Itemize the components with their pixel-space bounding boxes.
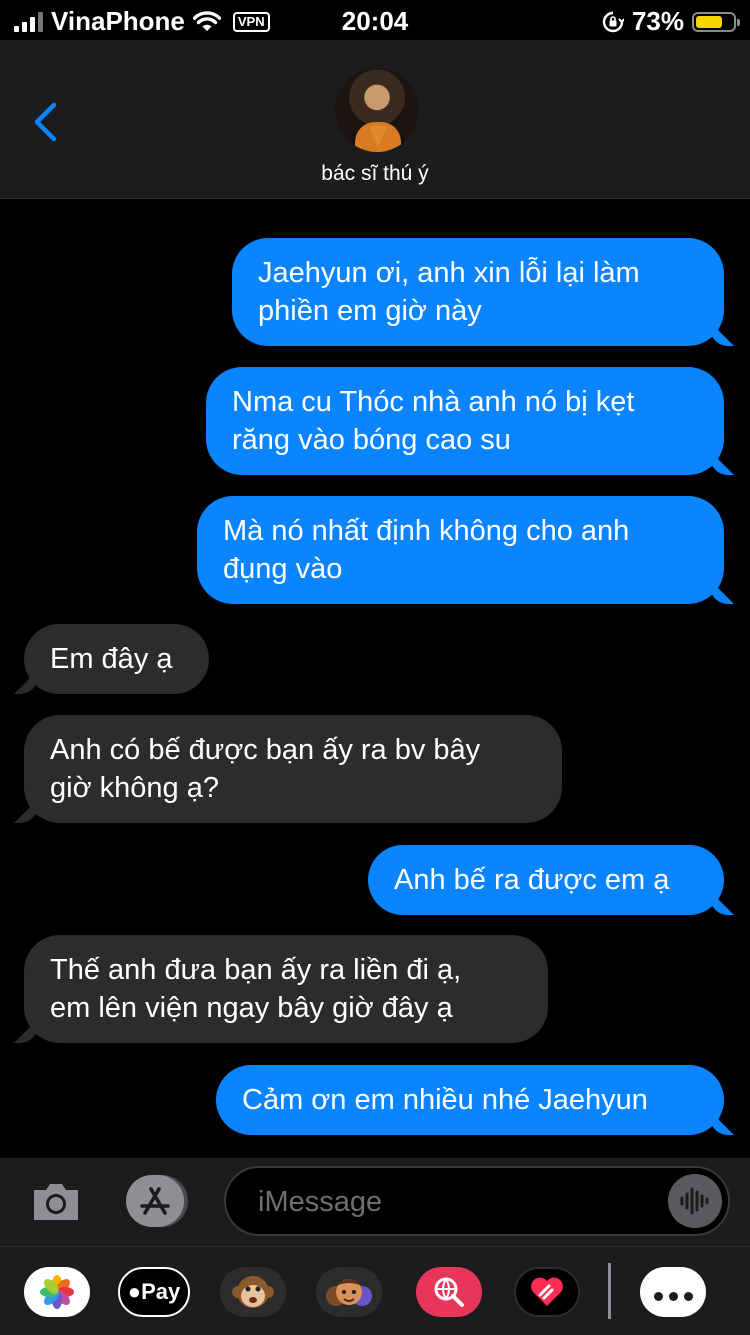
message-bubble-outgoing[interactable]: Jaehyun ơi, anh xin lỗi lại làm phiền em… <box>232 238 724 346</box>
web-search-button[interactable] <box>416 1267 482 1317</box>
battery-icon <box>692 11 740 32</box>
contact-avatar[interactable] <box>333 66 421 154</box>
battery-fill <box>696 15 723 28</box>
tray-divider <box>608 1263 611 1319</box>
memoji-button[interactable] <box>316 1267 382 1317</box>
status-bar: VinaPhone VPN 20:04 73% <box>0 0 750 40</box>
digital-touch-icon <box>531 1277 563 1306</box>
chevron-left-icon <box>34 102 57 142</box>
apple-pay-button[interactable]: ● Pay <box>118 1267 190 1317</box>
photos-icon <box>40 1275 74 1309</box>
photos-app-button[interactable] <box>24 1267 90 1317</box>
message-bubble-outgoing[interactable]: Cảm ơn em nhiều nhé Jaehyun <box>216 1065 724 1135</box>
message-bubble-outgoing[interactable]: Anh bế ra được em ạ <box>368 845 724 915</box>
message-bubble-incoming[interactable]: Em đây ạ <box>24 624 209 694</box>
battery-percent: 73% <box>631 6 684 36</box>
message-bubble-outgoing[interactable]: Mà nó nhất định không cho anh đụng vào <box>197 496 724 604</box>
audio-message-button[interactable] <box>668 1174 722 1228</box>
message-bubble-outgoing[interactable]: Nma cu Thóc nhà anh nó bị kẹt răng vào b… <box>206 367 724 475</box>
compose-bar <box>0 1158 750 1246</box>
memoji-icon <box>326 1279 372 1306</box>
camera-icon <box>34 1184 78 1220</box>
message-bubble-incoming[interactable]: Thế anh đưa bạn ấy ra liền đi ạ, em lên … <box>24 935 548 1043</box>
more-apps-button[interactable] <box>640 1267 706 1317</box>
camera-button[interactable] <box>30 1178 82 1226</box>
message-bubble-incoming[interactable]: Anh có bế được bạn ấy ra bv bây giờ khôn… <box>24 715 562 823</box>
animoji-button[interactable] <box>220 1267 286 1317</box>
back-button[interactable] <box>30 102 66 152</box>
contact-name[interactable]: bác sĩ thú ý <box>0 162 750 186</box>
apple-logo-icon: ● <box>127 1279 142 1304</box>
app-store-button[interactable] <box>126 1175 184 1227</box>
message-list[interactable]: Jaehyun ơi, anh xin lỗi lại làm phiền em… <box>0 200 750 1158</box>
digital-touch-button[interactable] <box>514 1267 580 1317</box>
app-store-icon <box>140 1187 170 1215</box>
message-input-field[interactable] <box>224 1166 730 1236</box>
conversation-header: bác sĩ thú ý <box>0 40 750 199</box>
apple-pay-label: Pay <box>141 1279 181 1304</box>
more-icon <box>651 1275 696 1309</box>
animoji-monkey-icon <box>232 1276 274 1308</box>
orientation-lock-icon <box>602 11 624 32</box>
web-search-icon <box>434 1277 464 1307</box>
app-drawer: ● Pay <box>0 1246 750 1335</box>
waveform-icon <box>680 1187 709 1215</box>
message-input[interactable] <box>256 1168 660 1236</box>
